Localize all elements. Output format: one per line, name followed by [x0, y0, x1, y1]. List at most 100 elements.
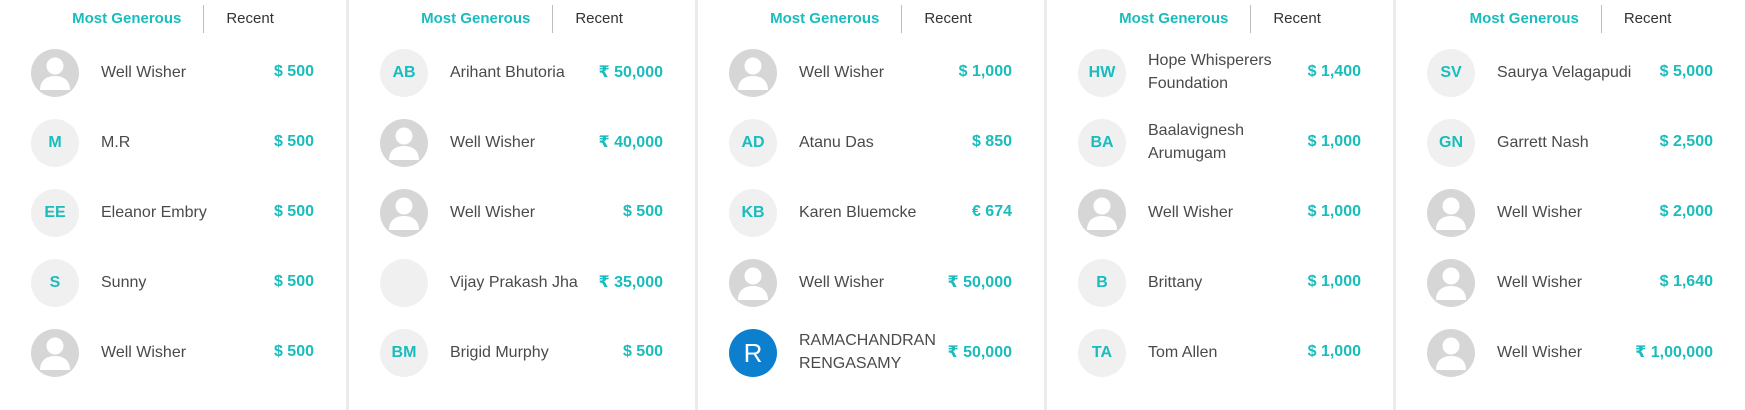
- donation-amount: $ 500: [273, 63, 314, 80]
- donor-name: Well Wisher: [799, 273, 885, 291]
- donor-row: GN Garrett Nash $ 2,500: [1396, 107, 1745, 177]
- donor-row: Well Wisher $ 500: [349, 177, 695, 247]
- tab-recent[interactable]: Recent: [552, 4, 645, 33]
- donor-row: Well Wisher $ 500: [0, 37, 346, 107]
- avatar-person-icon: [380, 189, 428, 237]
- avatar-person-icon: [729, 259, 777, 307]
- avatar-person-icon: [31, 329, 79, 377]
- avatar-initials: M: [31, 119, 79, 167]
- donor-list: HW Hope Whisperers Foundation $ 1,400 BA Baa…: [1047, 37, 1393, 387]
- donor-name: Atanu Das: [799, 133, 874, 151]
- person-silhouette: [40, 337, 70, 370]
- donor-row: Well Wisher $ 1,000: [1047, 177, 1393, 247]
- donation-amount: $ 500: [622, 203, 663, 220]
- donor-panel: Most Generous Recent AB Arihant Bhutoria ₹…: [349, 0, 698, 410]
- donation-amount: ₹ 35,000: [598, 274, 663, 291]
- donor-row: Well Wisher ₹ 1,00,000: [1396, 317, 1745, 387]
- donor-list: Well Wisher $ 500 M M.R $ 500 EE Eleanor Embry…: [0, 37, 346, 387]
- donor-name: Brigid Murphy: [450, 343, 549, 361]
- avatar-initials: HW: [1078, 49, 1126, 97]
- avatar-initials: BA: [1078, 119, 1126, 167]
- avatar-person-icon: [729, 49, 777, 97]
- tab-recent[interactable]: Recent: [203, 4, 296, 33]
- donor-name: Tom Allen: [1148, 343, 1218, 361]
- donor-name: Vijay Prakash Jha: [450, 273, 578, 291]
- person-silhouette: [1087, 197, 1117, 230]
- donor-row: Well Wisher $ 1,640: [1396, 247, 1745, 317]
- tab-most-generous[interactable]: Most Generous: [748, 5, 901, 33]
- donor-list: AB Arihant Bhutoria ₹ 50,000 Well Wisher ₹ 4…: [349, 37, 695, 387]
- avatar-person-icon: [31, 49, 79, 97]
- person-silhouette: [389, 127, 419, 160]
- donor-row: AB Arihant Bhutoria ₹ 50,000: [349, 37, 695, 107]
- donation-amount: ₹ 50,000: [598, 64, 663, 81]
- donor-row: R RAMACHANDRAN RENGASAMY ₹ 50,000: [698, 317, 1044, 387]
- donation-amount: ₹ 50,000: [947, 274, 1012, 291]
- avatar-initials: KB: [729, 189, 777, 237]
- donation-amount: $ 1,000: [958, 63, 1012, 80]
- avatar-initials: AB: [380, 49, 428, 97]
- avatar-initials: SV: [1427, 49, 1475, 97]
- donation-amount: $ 1,400: [1307, 63, 1361, 80]
- donation-amount: $ 1,640: [1659, 273, 1713, 290]
- donor-name: Arihant Bhutoria: [450, 63, 565, 81]
- donor-row: BA Baalavignesh Arumugam $ 1,000: [1047, 107, 1393, 177]
- donor-name: Well Wisher: [101, 63, 187, 81]
- donor-row: BM Brigid Murphy $ 500: [349, 317, 695, 387]
- tab-recent[interactable]: Recent: [1600, 4, 1694, 33]
- donor-name: Well Wisher: [1497, 343, 1583, 361]
- donor-tabs: Most Generous Recent: [349, 0, 695, 37]
- tab-most-generous[interactable]: Most Generous: [1448, 5, 1601, 33]
- avatar-person-icon: [1427, 189, 1475, 237]
- avatar-person-icon: [1427, 329, 1475, 377]
- tab-most-generous[interactable]: Most Generous: [399, 5, 552, 33]
- donation-amount: ₹ 1,00,000: [1635, 344, 1713, 361]
- donor-name: Karen Bluemcke: [799, 203, 917, 221]
- avatar-initials: S: [31, 259, 79, 307]
- donation-amount: ₹ 50,000: [947, 344, 1012, 361]
- donor-name: Well Wisher: [1497, 273, 1583, 291]
- donor-row: Well Wisher ₹ 50,000: [698, 247, 1044, 317]
- donor-row: M M.R $ 500: [0, 107, 346, 177]
- donation-amount: € 674: [971, 203, 1012, 220]
- donor-name: Sunny: [101, 273, 147, 291]
- donation-amount: $ 1,000: [1307, 343, 1361, 360]
- donor-list: SV Saurya Velagapudi $ 5,000 GN Garrett Nash…: [1396, 37, 1745, 387]
- donation-amount: $ 2,000: [1659, 203, 1713, 220]
- tab-most-generous[interactable]: Most Generous: [1097, 5, 1250, 33]
- avatar-initials: B: [1078, 259, 1126, 307]
- donor-row: TA Tom Allen $ 1,000: [1047, 317, 1393, 387]
- donor-panel: Most Generous Recent Well Wisher $ 1,000 A…: [698, 0, 1047, 410]
- donation-amount: $ 1,000: [1307, 273, 1361, 290]
- avatar-initials: BM: [380, 329, 428, 377]
- donor-name: Well Wisher: [1148, 203, 1234, 221]
- donation-amount: $ 5,000: [1659, 63, 1713, 80]
- donation-amount: $ 500: [273, 133, 314, 150]
- donation-amount: ₹ 40,000: [598, 134, 663, 151]
- donor-tabs: Most Generous Recent: [0, 0, 346, 37]
- avatar-blank: [380, 259, 428, 307]
- donor-name: Hope Whisperers Foundation: [1148, 52, 1272, 92]
- tab-recent[interactable]: Recent: [1250, 4, 1343, 33]
- donor-name: Well Wisher: [450, 133, 536, 151]
- donor-name: Well Wisher: [799, 63, 885, 81]
- avatar-initials: EE: [31, 189, 79, 237]
- tab-most-generous[interactable]: Most Generous: [50, 5, 203, 33]
- donor-panel: Most Generous Recent HW Hope Whisperers F…: [1047, 0, 1396, 410]
- donor-row: Vijay Prakash Jha ₹ 35,000: [349, 247, 695, 317]
- donor-row: B Brittany $ 1,000: [1047, 247, 1393, 317]
- person-silhouette: [738, 57, 768, 90]
- donor-name: Baalavignesh Arumugam: [1148, 122, 1245, 162]
- person-silhouette: [389, 197, 419, 230]
- person-silhouette: [738, 267, 768, 300]
- tab-recent[interactable]: Recent: [901, 4, 994, 33]
- donor-tabs: Most Generous Recent: [1047, 0, 1393, 37]
- donor-row: S Sunny $ 500: [0, 247, 346, 317]
- person-silhouette: [1436, 337, 1466, 370]
- avatar-initials: GN: [1427, 119, 1475, 167]
- donation-amount: $ 500: [622, 343, 663, 360]
- avatar-person-icon: [380, 119, 428, 167]
- donation-amount: $ 1,000: [1307, 203, 1361, 220]
- donor-tabs: Most Generous Recent: [1396, 0, 1745, 37]
- avatar-person-icon: [1427, 259, 1475, 307]
